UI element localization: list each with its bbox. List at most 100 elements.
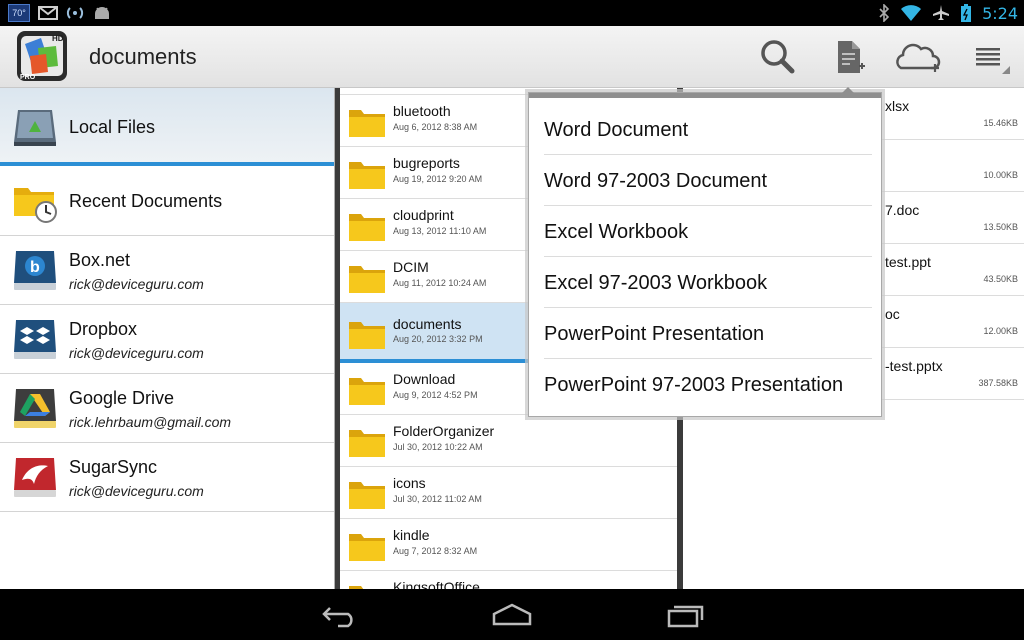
sidebar-item-box[interactable]: b Box.net rick@deviceguru.com <box>0 236 334 305</box>
bluetooth-icon <box>879 4 890 22</box>
folder-row[interactable]: icons Jul 30, 2012 11:02 AM <box>340 467 677 519</box>
file-size: 12.00KB <box>983 326 1018 336</box>
menu-item-powerpoint-97-2003-presentation[interactable]: PowerPoint 97-2003 Presentation <box>544 359 872 410</box>
google-drive-icon <box>14 389 56 428</box>
menu-item-label: Excel Workbook <box>544 221 689 243</box>
screen: 70° 5:24 HD PRO documents Local Files Re… <box>0 0 1024 640</box>
overflow-menu-icon[interactable] <box>970 36 1014 78</box>
account-email: rick@deviceguru.com <box>69 483 204 499</box>
sidebar-item-label: Google Drive <box>69 388 175 408</box>
folder-icon <box>349 322 385 349</box>
menu-item-label: PowerPoint Presentation <box>544 323 765 345</box>
menu-item-label: Excel 97-2003 Workbook <box>544 272 768 294</box>
folder-date: Aug 11, 2012 10:24 AM <box>393 278 487 288</box>
folder-name: bluetooth <box>393 103 451 119</box>
weather-icon: 70° <box>8 4 30 22</box>
file-name: 7.doc <box>885 202 920 218</box>
folder-date: Aug 9, 2012 4:52 PM <box>393 390 478 400</box>
sd-card-icon <box>14 110 56 146</box>
menu-item-powerpoint-presentation[interactable]: PowerPoint Presentation <box>544 308 872 359</box>
sidebar-item-label: Recent Documents <box>69 191 223 211</box>
new-document-icon[interactable] <box>828 36 870 78</box>
account-email: rick.lehrbaum@gmail.com <box>69 414 232 430</box>
battery-icon <box>961 4 972 22</box>
airplane-icon <box>933 5 950 20</box>
cloud-add-icon[interactable] <box>893 36 943 78</box>
status-left: 70° <box>8 4 112 22</box>
clock: 5:24 <box>982 3 1018 23</box>
hotspot-icon <box>66 7 84 19</box>
gmail-icon <box>38 6 58 20</box>
home-icon[interactable] <box>492 602 532 628</box>
account-email: rick@deviceguru.com <box>69 276 204 292</box>
page-title: documents <box>89 44 197 69</box>
folder-icon <box>349 482 385 509</box>
sidebar: Local Files Recent Documents b Box.net r… <box>0 88 335 589</box>
folder-date: Aug 20, 2012 3:32 PM <box>393 334 483 344</box>
logo-hd-text: HD <box>52 34 64 43</box>
menu-item-label: Word 97-2003 Document <box>544 170 768 192</box>
action-bar: HD PRO documents <box>0 26 1024 88</box>
file-size: 10.00KB <box>983 170 1018 180</box>
logo-pro-text: PRO <box>20 74 36 81</box>
folder-icon <box>349 162 385 189</box>
account-email: rick@deviceguru.com <box>69 345 204 361</box>
folder-date: Aug 6, 2012 8:38 AM <box>393 122 478 132</box>
folder-icon <box>349 586 364 589</box>
app-logo-icon[interactable]: HD PRO <box>16 30 68 82</box>
folder-row[interactable]: KingsoftOffice <box>340 571 677 589</box>
back-icon[interactable] <box>320 602 360 628</box>
menu-item-label: PowerPoint 97-2003 Presentation <box>544 374 844 396</box>
file-name: oc <box>885 306 900 322</box>
sidebar-item-label: Local Files <box>69 117 156 137</box>
navigation-bar <box>0 589 1024 640</box>
folder-icon <box>349 534 385 561</box>
folder-icon <box>349 378 385 405</box>
folder-icon <box>349 430 385 457</box>
sidebar-item-dropbox[interactable]: Dropbox rick@deviceguru.com <box>0 305 334 374</box>
folder-row[interactable]: FolderOrganizer Jul 30, 2012 10:22 AM <box>340 415 677 467</box>
recent-apps-icon[interactable] <box>666 602 706 628</box>
folder-name: FolderOrganizer <box>393 423 495 439</box>
box-drive-icon: b <box>14 251 56 290</box>
folder-date: Aug 7, 2012 8:32 AM <box>393 546 478 556</box>
folder-name: cloudprint <box>393 207 454 223</box>
sidebar-item-sugarsync[interactable]: SugarSync rick@deviceguru.com <box>0 443 334 512</box>
folder-name: documents <box>393 316 462 332</box>
folder-date: Aug 19, 2012 9:20 AM <box>393 174 483 184</box>
folder-name: DCIM <box>393 259 429 275</box>
recent-folder-icon <box>14 188 57 223</box>
sidebar-item-recent-documents[interactable]: Recent Documents <box>0 166 334 236</box>
file-size: 387.58KB <box>978 378 1018 388</box>
status-right: 5:24 <box>878 3 1018 23</box>
sidebar-item-label: Box.net <box>69 250 131 270</box>
menu-item-excel-97-2003-workbook[interactable]: Excel 97-2003 Workbook <box>544 257 872 308</box>
android-icon <box>95 7 109 19</box>
new-document-menu: Word Document Word 97-2003 Document Exce… <box>528 87 882 417</box>
folder-name: Download <box>393 371 456 387</box>
sidebar-item-label: SugarSync <box>69 457 158 477</box>
folder-name: icons <box>393 475 426 491</box>
file-name: test.ppt <box>885 254 931 270</box>
status-bar: 70° 5:24 <box>0 0 1024 26</box>
sidebar-item-google-drive[interactable]: Google Drive rick.lehrbaum@gmail.com <box>0 374 334 443</box>
menu-item-word-document[interactable]: Word Document <box>544 104 872 155</box>
menu-item-excel-workbook[interactable]: Excel Workbook <box>544 206 872 257</box>
file-size: 43.50KB <box>983 274 1018 284</box>
menu-top-border <box>529 93 881 98</box>
folder-name: KingsoftOffice <box>393 579 480 589</box>
folder-date: Aug 13, 2012 11:10 AM <box>393 226 487 236</box>
menu-item-label: Word Document <box>544 119 689 141</box>
folder-row[interactable]: kindle Aug 7, 2012 8:32 AM <box>340 519 677 571</box>
sidebar-item-local-files[interactable]: Local Files <box>0 88 334 166</box>
folder-name: kindle <box>393 527 430 543</box>
folder-icon <box>349 110 385 137</box>
file-name: xlsx <box>885 98 910 114</box>
search-icon[interactable] <box>757 36 799 78</box>
folder-name: bugreports <box>393 155 460 171</box>
file-name: -test.pptx <box>885 358 943 374</box>
dropbox-drive-icon <box>14 320 56 359</box>
svg-text:b: b <box>30 259 40 276</box>
menu-item-word-97-2003-document[interactable]: Word 97-2003 Document <box>544 155 872 206</box>
wifi-icon <box>901 5 922 21</box>
